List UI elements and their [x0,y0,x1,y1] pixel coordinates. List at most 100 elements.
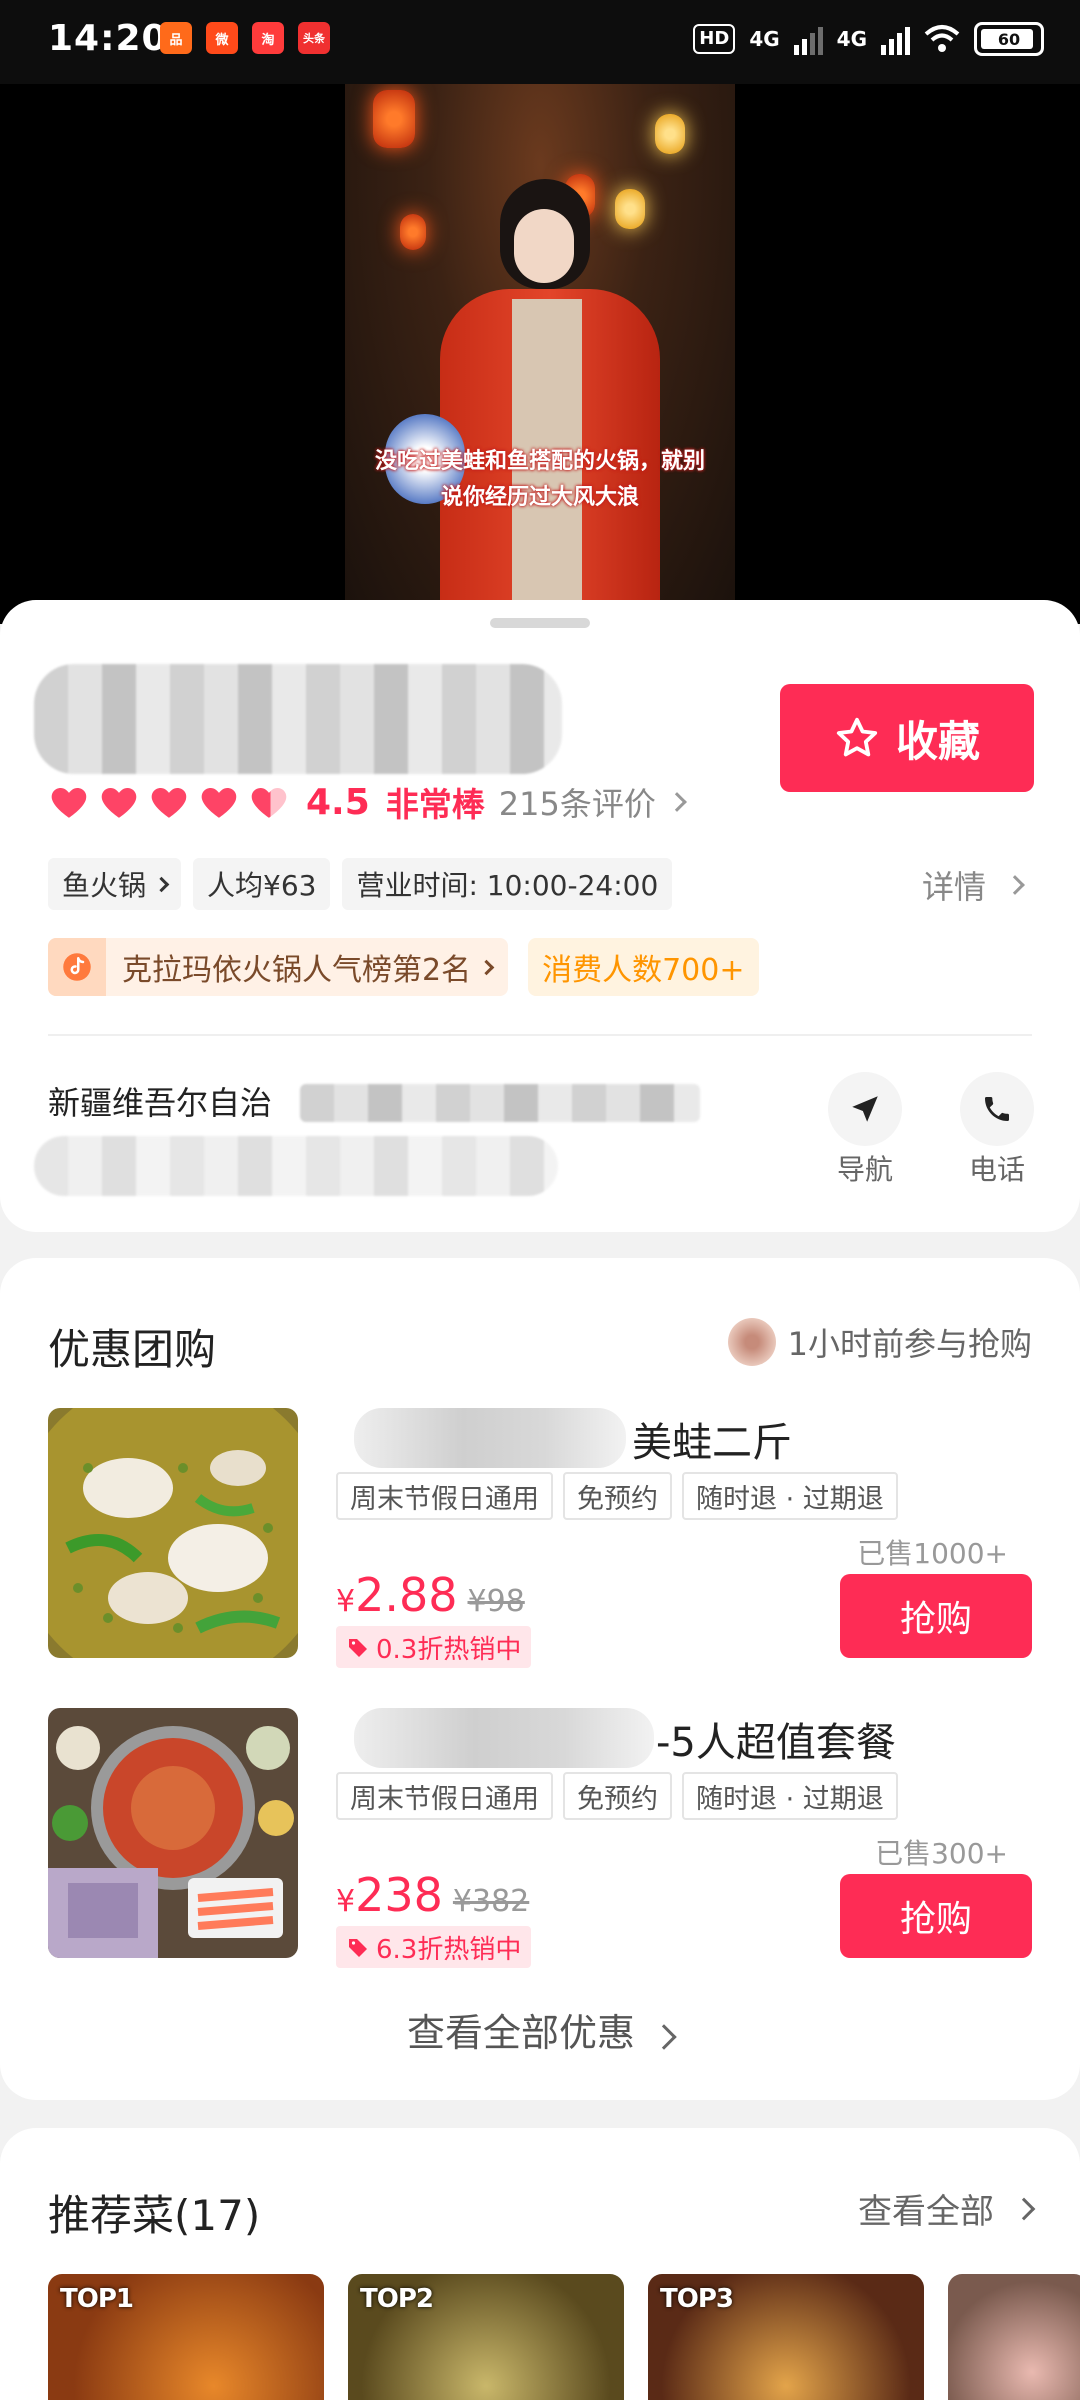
navigation-label[interactable]: 导航 [815,1148,915,1188]
deals-card: 优惠团购 1小时前参与抢购 美蛙二斤 周末节假日通用 免预约 随时退 · 过期退… [0,1258,1080,2100]
star-icon [836,717,878,757]
favorite-label: 收藏 [895,716,980,766]
deal-tag: 随时退 · 过期退 [682,1772,898,1820]
chevron-right-icon [478,959,495,975]
deal-price: ¥ 238 ¥382 [336,1868,529,1922]
see-all-deals-label: 查看全部优惠 [406,2011,635,2055]
rank-label: 克拉玛依火锅人气榜第2名 [122,953,472,988]
dish-card[interactable]: TOP3 [648,2274,924,2400]
current-price: 2.88 [355,1568,458,1622]
deal-tag: 周末节假日通用 [336,1472,553,1520]
deal-price: ¥ 2.88 ¥98 [336,1568,525,1622]
taobao-icon: 淘 [252,22,284,54]
navigation-button[interactable] [828,1072,902,1146]
phone-label[interactable]: 电话 [947,1148,1047,1188]
deal-item[interactable]: -5人超值套餐 周末节假日通用 免预约 随时退 · 过期退 已售300+ ¥ 2… [48,1708,1032,1968]
avg-price-tag: 人均¥63 [193,858,331,910]
shop-name-redacted [34,664,562,774]
deal-image[interactable] [48,1708,298,1958]
currency-symbol: ¥ [336,1584,356,1619]
see-all-label: 查看全部 [858,2192,994,2232]
drag-handle[interactable] [490,618,590,628]
lantern-decoration [400,214,426,250]
lantern-decoration [373,90,415,148]
see-all-deals-link[interactable]: 查看全部优惠 [0,2002,1080,2057]
heart-icon [151,788,187,818]
deal-tag: 周末节假日通用 [336,1772,553,1820]
battery-level: 60 [997,29,1021,49]
rating-text: 非常棒 [385,785,485,824]
toutiao-icon: 头条 [298,22,330,54]
network-label-1: 4G [749,27,780,51]
frog-dish-image [48,1408,298,1658]
dish-rank-badge: TOP3 [660,2284,734,2314]
douyin-icon [48,938,106,996]
review-count[interactable]: 215条评价 [499,779,656,825]
status-indicators: HD 4G 4G 60 [693,22,1044,56]
dish-rank-badge: TOP1 [60,2284,134,2314]
discount-text: 0.3折热销中 [376,1634,522,1665]
buy-button[interactable]: 抢购 [840,1574,1032,1658]
avatar [727,1318,776,1366]
recommended-card: 推荐菜(17) 查看全部 TOP1 TOP2 TOP3 [0,2128,1080,2400]
dish-card[interactable]: TOP1 [48,2274,324,2400]
battery-icon: 60 [974,22,1044,56]
face [514,209,574,283]
consumer-count-badge: 消费人数700+ [528,938,759,996]
currency-symbol: ¥ [336,1884,356,1919]
favorite-button[interactable]: 收藏 [780,684,1034,792]
address-line2-redacted [34,1136,558,1196]
lantern-decoration [655,114,685,154]
heart-icon [101,788,137,818]
half-heart-icon [251,788,287,818]
deal-name[interactable]: -5人超值套餐 [656,1710,896,1768]
category-tag[interactable]: 鱼火锅 [48,858,182,910]
chevron-right-icon [1012,2197,1036,2220]
deal-item[interactable]: 美蛙二斤 周末节假日通用 免预约 随时退 · 过期退 已售1000+ ¥ 2.8… [48,1408,1032,1668]
current-price: 238 [355,1868,443,1922]
chevron-right-icon [666,792,687,812]
dish-rank-badge: TOP2 [360,2284,434,2314]
heart-icon [201,788,237,818]
rank-badge[interactable]: 克拉玛依火锅人气榜第2名 [48,938,509,996]
phone-button[interactable] [960,1072,1034,1146]
hotpot-set-image [48,1708,298,1958]
hd-indicator: HD [693,24,736,54]
chevron-right-icon [651,2024,677,2050]
discount-badge: 0.3折热销中 [336,1626,532,1668]
recent-activity: 1小时前参与抢购 [727,1318,1032,1366]
buy-button[interactable]: 抢购 [840,1874,1032,1958]
deal-tag: 随时退 · 过期退 [682,1472,898,1520]
hours-tag: 营业时间: 10:00-24:00 [342,858,673,910]
deal-tags: 周末节假日通用 免预约 随时退 · 过期退 [336,1472,898,1520]
douyin-logo-icon [63,953,91,981]
deal-image[interactable] [48,1408,298,1658]
rating-score: 4.5 [306,781,370,823]
address-redacted [300,1084,700,1122]
video-frame[interactable]: 没吃过美蛙和鱼搭配的火锅，就别说你经历过大风大浪 [345,84,735,624]
discount-badge: 6.3折热销中 [336,1926,532,1968]
status-app-icons: 品 微 淘 头条 [160,22,330,54]
shop-info-card: 收藏 4.5 非常棒 215条评价 鱼火锅 人均¥63 营业时间: 10:00-… [0,600,1080,1232]
chevron-right-icon [1005,875,1025,895]
dish-card[interactable]: TOP2 [348,2274,624,2400]
deals-title: 优惠团购 [48,1325,217,1374]
category-tag-label: 鱼火锅 [62,869,147,902]
price-tag-icon [349,1639,367,1657]
original-price: ¥382 [452,1884,530,1919]
address-text[interactable]: 新疆维吾尔自治 [48,1078,272,1124]
video-player[interactable]: 没吃过美蛙和鱼搭配的火锅，就别说你经历过大风大浪 [0,84,1080,624]
deal-name-redacted [354,1708,654,1768]
deal-name-redacted [354,1408,626,1468]
dish-card[interactable] [948,2274,1080,2400]
deal-tags: 周末节假日通用 免预约 随时退 · 过期退 [336,1772,898,1820]
rating-row[interactable]: 4.5 非常棒 215条评价 [48,778,687,826]
rank-row: 克拉玛依火锅人气榜第2名 消费人数700+ [48,938,759,996]
detail-link[interactable]: 详情 [922,862,1025,908]
video-person [440,179,660,624]
deal-name[interactable]: 美蛙二斤 [632,1410,792,1468]
signal-icon [793,23,823,55]
recommended-title: 推荐菜(17) [48,2191,261,2240]
see-all-recommended-link[interactable]: 查看全部 [858,2184,1036,2233]
status-time: 14:20 [48,18,168,59]
